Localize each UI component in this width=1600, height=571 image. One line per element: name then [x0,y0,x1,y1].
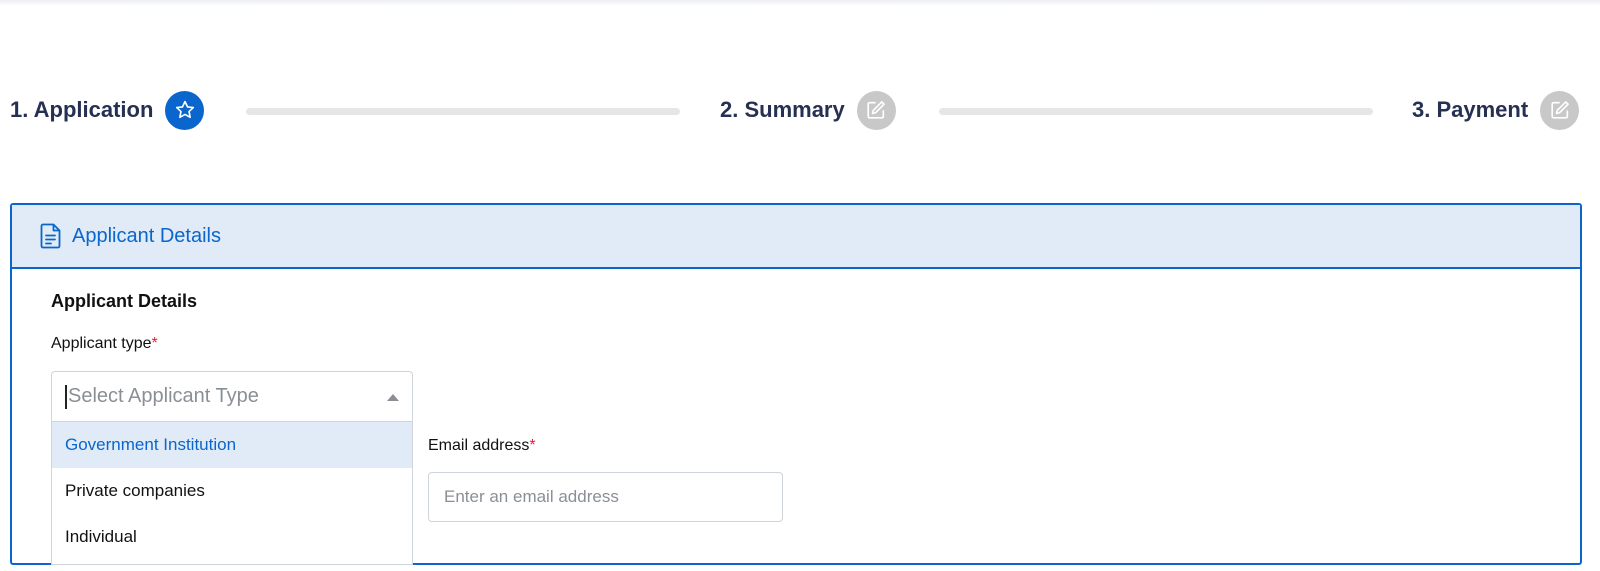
applicant-type-label: Applicant type* [51,335,158,353]
step-application[interactable]: 1. Application [10,90,205,130]
step-status-circle [165,90,205,130]
required-marker: * [529,437,536,454]
applicant-details-card: Applicant Details Applicant Details Appl… [10,203,1582,565]
document-icon [40,223,61,249]
section-title: Applicant Details [51,291,198,311]
step-connector [246,108,680,115]
applicant-type-placeholder: Select Applicant Type [68,385,259,407]
email-label-text: Email address [428,437,530,454]
card-title: Applicant Details [72,224,221,247]
required-marker: * [151,335,158,352]
edit-icon [867,101,886,119]
step-payment[interactable]: 3. Payment [1412,90,1580,130]
dropdown-option-private-companies[interactable]: Private companies [52,468,412,514]
step-label: 1. Application [10,97,154,122]
star-icon [175,100,195,119]
caret-up-icon[interactable] [387,394,399,401]
email-field[interactable] [428,472,783,522]
dropdown-option-individual[interactable]: Individual [52,514,412,560]
dropdown-option-government-institution[interactable]: Government Institution [52,422,412,468]
step-label: 2. Summary [720,97,845,122]
step-summary[interactable]: 2. Summary [720,90,896,130]
step-label: 3. Payment [1412,97,1529,122]
applicant-type-select[interactable]: Select Applicant Type [51,371,413,422]
card-header: Applicant Details [12,205,1580,269]
text-cursor [65,384,67,409]
step-connector [939,108,1373,115]
applicant-type-label-text: Applicant type [51,335,152,352]
progress-stepper: 1. Application 2. Summary 3. Payment [0,90,1600,134]
applicant-type-dropdown: Government Institution Private companies… [51,422,413,565]
edit-icon [1551,101,1569,119]
step-status-circle [1540,90,1580,130]
email-label: Email address* [428,437,536,455]
step-status-circle [856,90,896,130]
top-shadow [0,0,1600,6]
